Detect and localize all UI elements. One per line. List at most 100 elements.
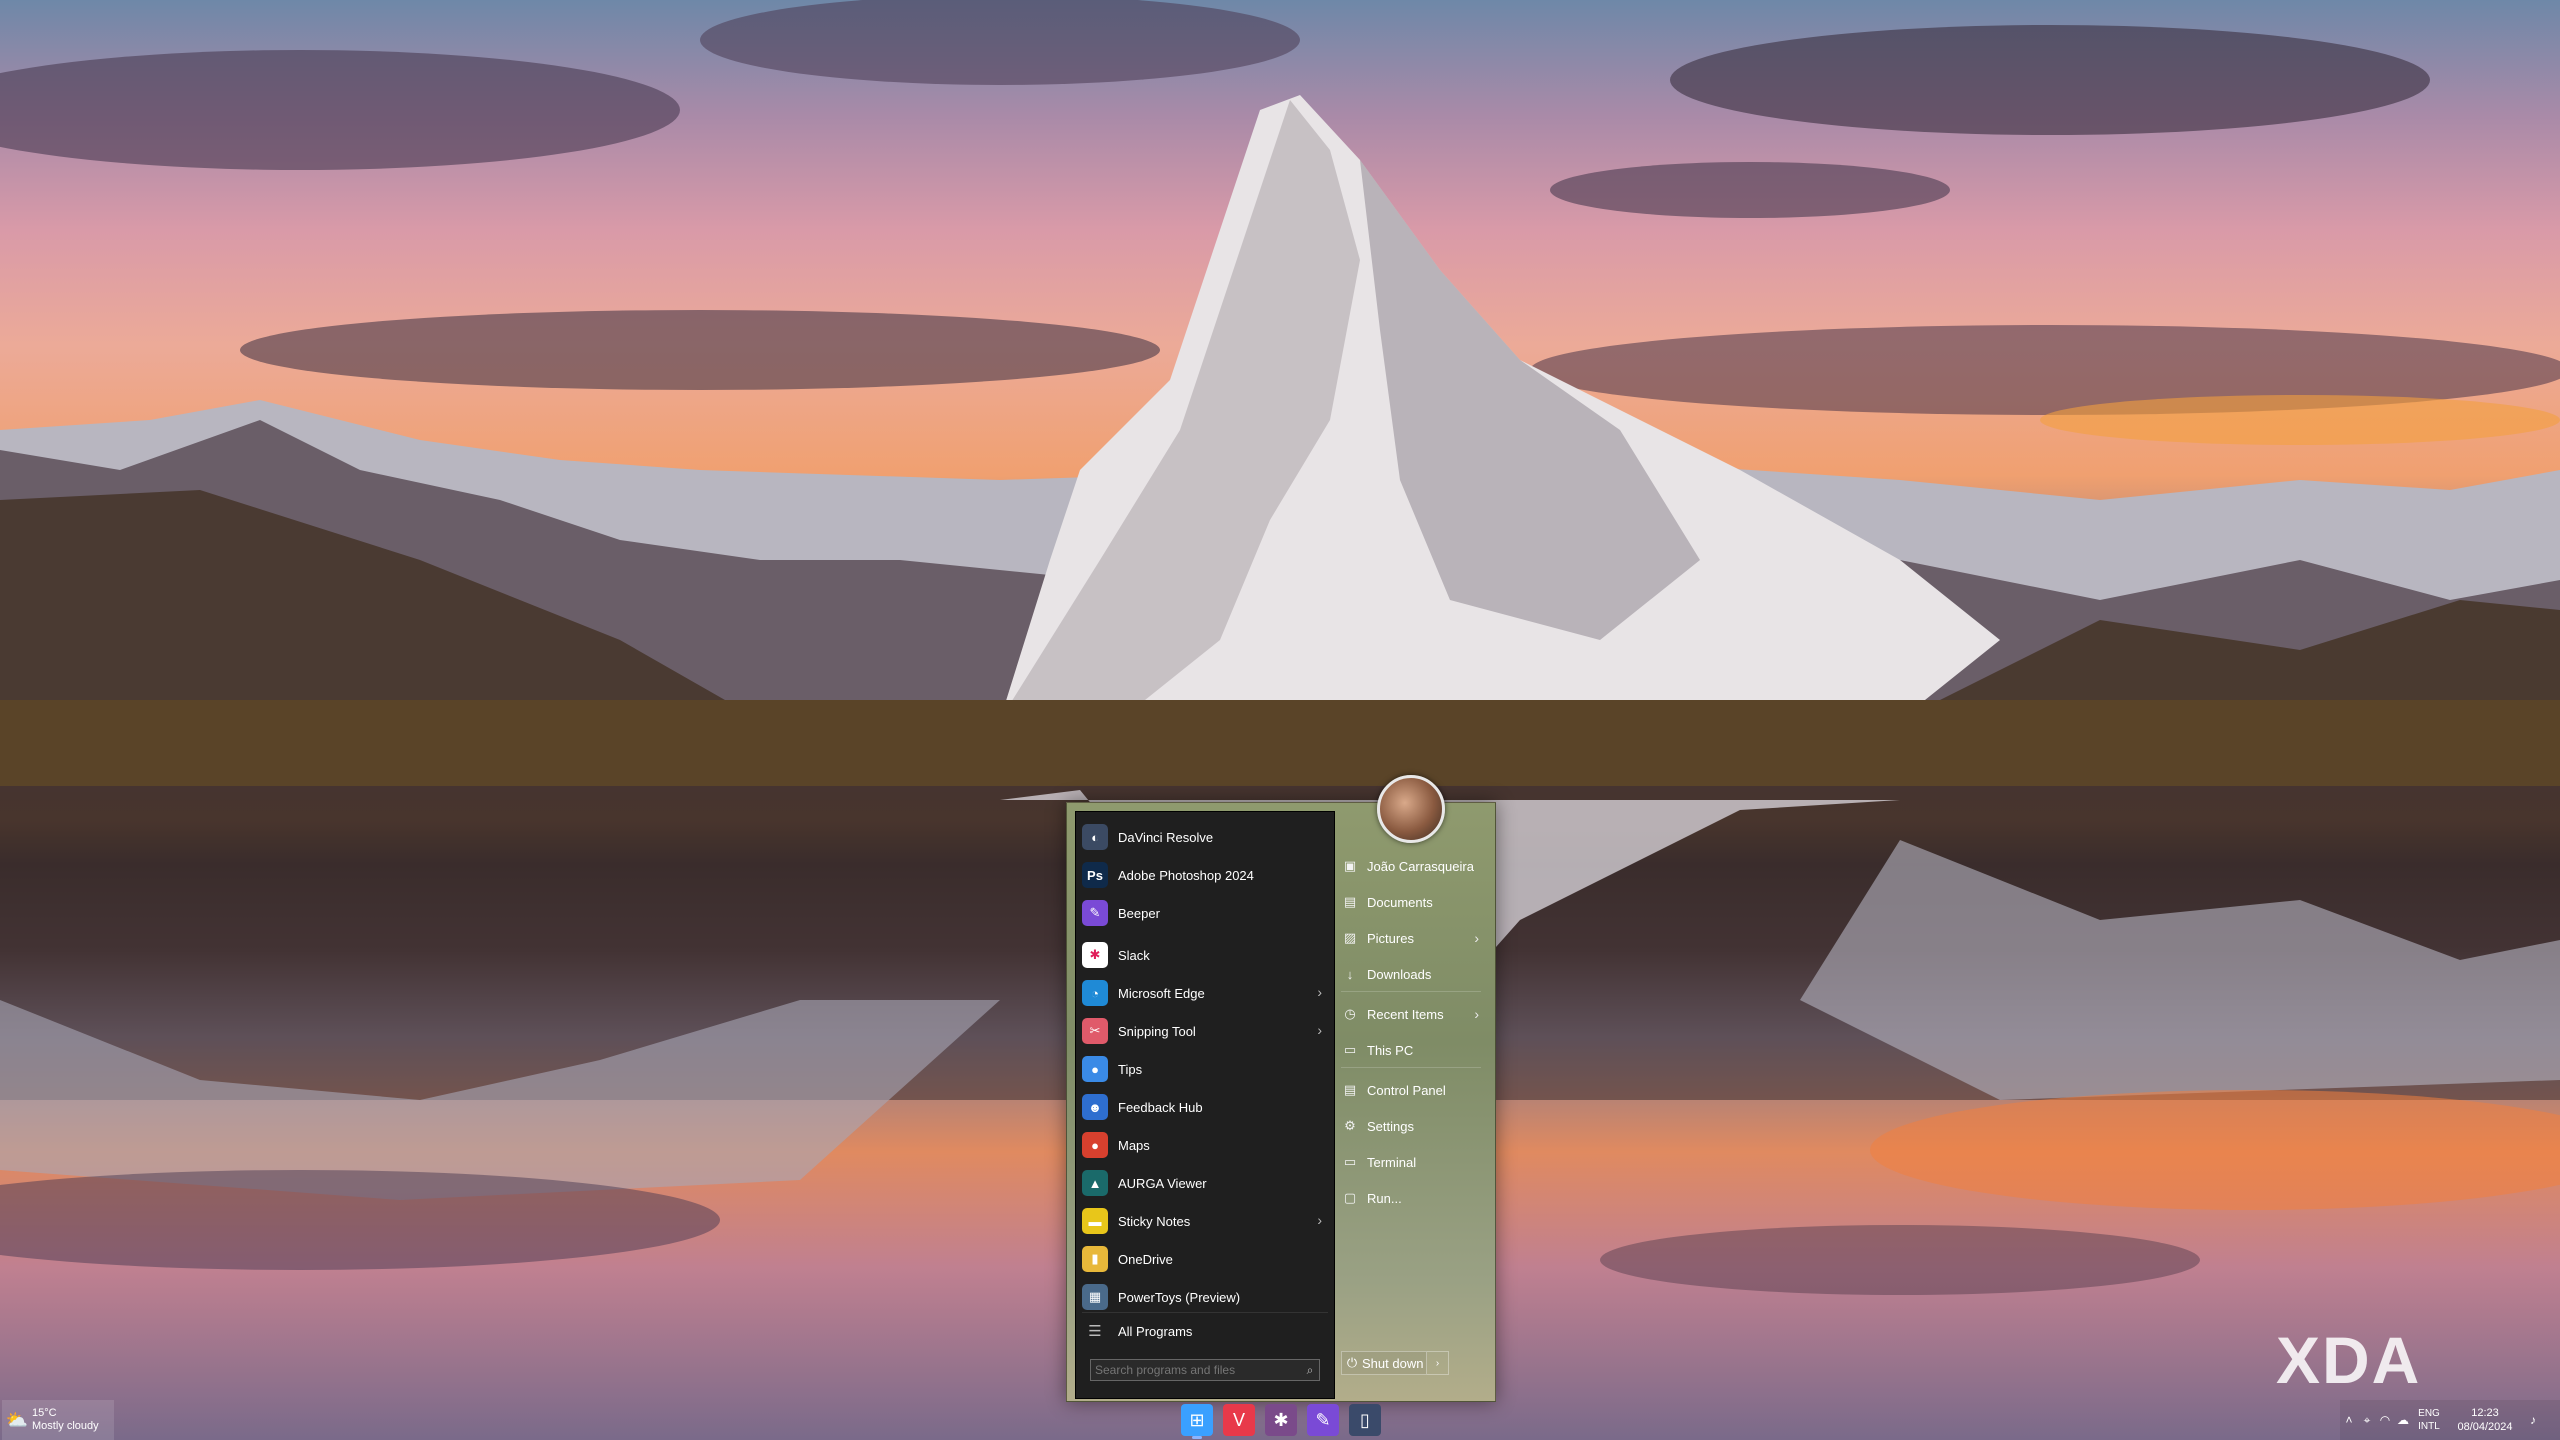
notification-bell-icon[interactable]: ♪ [2524,1413,2542,1427]
vivaldi-icon[interactable]: V [1223,1404,1255,1436]
program-item-powertoys[interactable]: ▦ PowerToys (Preview) [1082,1280,1328,1314]
program-item-onedrive[interactable]: ▮ OneDrive [1082,1242,1328,1276]
beeper-taskbar-icon[interactable]: ✎ [1307,1404,1339,1436]
right-item-downloads[interactable]: ↓ Downloads [1341,959,1487,989]
open-shell-icon[interactable]: ▯ [1349,1404,1381,1436]
program-label: OneDrive [1118,1251,1173,1267]
program-item-sticky-notes[interactable]: ▬ Sticky Notes › [1082,1204,1328,1238]
program-item-snipping-tool[interactable]: ✂ Snipping Tool › [1082,1014,1328,1048]
language-line1: ENG [2418,1408,2440,1419]
feedback-hub-icon: ☻ [1082,1094,1108,1120]
program-item-feedback-hub[interactable]: ☻ Feedback Hub [1082,1090,1328,1124]
program-label: Maps [1118,1137,1150,1153]
location-icon[interactable]: ⌖ [2358,1413,2376,1428]
program-label: Sticky Notes [1118,1213,1191,1229]
program-item-aurga-viewer[interactable]: ▲ AURGA Viewer [1082,1166,1328,1200]
chevron-right-icon[interactable]: › [1474,930,1479,946]
chevron-right-icon[interactable]: › [1317,1022,1322,1038]
sticky-notes-icon: ▬ [1082,1208,1108,1234]
program-item-davinci-resolve[interactable]: ◐ DaVinci Resolve [1082,820,1328,854]
weather-cloud-icon: ⛅ [5,1409,29,1430]
right-item-settings[interactable]: ⚙ Settings [1341,1111,1487,1141]
onedrive-icon: ▮ [1082,1246,1108,1272]
chevron-right-icon[interactable]: › [1474,1006,1479,1022]
menu-separator [1341,991,1481,992]
search-icon[interactable]: ⌕ [1301,1363,1319,1378]
control-panel-icon: ▤ [1343,1082,1357,1097]
power-icon: ⏻ [1346,1355,1358,1370]
search-input[interactable] [1091,1360,1301,1380]
start-button[interactable]: ⊞ [1181,1404,1213,1439]
right-item-label: Downloads [1367,966,1432,982]
shutdown-label: Shut down [1362,1355,1424,1371]
all-programs-label: All Programs [1118,1323,1193,1339]
davinci-resolve-icon: ◐ [1082,824,1108,850]
search-box[interactable]: ⌕ [1090,1359,1320,1381]
weather-condition: Mostly cloudy [32,1420,99,1432]
weather-widget[interactable]: ⛅ 15°C Mostly cloudy [2,1400,114,1440]
right-item-documents[interactable]: ▤ Documents [1341,887,1487,917]
snipping-tool-icon: ✂ [1082,1018,1108,1044]
right-item-label: Control Panel [1367,1082,1446,1098]
program-item-maps[interactable]: ● Maps [1082,1128,1328,1162]
right-item-control-panel[interactable]: ▤ Control Panel [1341,1075,1487,1105]
aurga-viewer-icon: ▲ [1082,1170,1108,1196]
weather-temperature: 15°C [32,1407,57,1419]
clock-time: 12:23 [2471,1407,2499,1419]
right-item-label: Settings [1367,1118,1414,1134]
right-item-pictures[interactable]: ▨ Pictures › [1341,923,1487,953]
chevron-right-icon[interactable]: › [1317,984,1322,1000]
wifi-icon[interactable]: ◠ [2376,1413,2394,1427]
powertoys-icon: ▦ [1082,1284,1108,1310]
right-item-terminal[interactable]: ▭ Terminal [1341,1147,1487,1177]
program-item-edge[interactable]: ◔ Microsoft Edge › [1082,976,1328,1010]
right-item-label: Run... [1367,1190,1402,1206]
edge-icon: ◔ [1082,980,1108,1006]
beeper-icon: ✎ [1082,900,1108,926]
recent-items-icon: ◷ [1344,1006,1356,1021]
right-item-label: This PC [1367,1042,1414,1058]
cloud-icon[interactable]: ☁ [2394,1413,2412,1427]
program-item-tips[interactable]: ● Tips [1082,1052,1328,1086]
settings-icon: ⚙ [1344,1118,1356,1133]
right-item-label: Recent Items [1367,1006,1444,1022]
avatar[interactable] [1377,775,1445,843]
right-item-user-folder[interactable]: ▣ João Carrasqueira [1341,851,1487,881]
program-item-beeper[interactable]: ✎ Beeper [1082,896,1328,930]
system-tray: ˄ ⌖ ◠ ☁ ENG INTL 12:23 08/04/2024 ♪ [2340,1400,2560,1440]
right-item-label: João Carrasqueira [1367,858,1474,874]
shutdown-button[interactable]: ⏻ Shut down [1341,1351,1427,1375]
pictures-icon: ▨ [1343,930,1357,945]
program-list-pane: ◐ DaVinci Resolve Ps Adobe Photoshop 2024 ✎ B… [1075,811,1335,1399]
right-item-this-pc[interactable]: ▭ This PC [1341,1035,1487,1065]
chevron-right-icon[interactable]: › [1317,1212,1322,1228]
program-label: Beeper [1118,905,1160,921]
program-label: Slack [1118,947,1150,963]
right-item-recent-items[interactable]: ◷ Recent Items › [1341,999,1487,1029]
slack-taskbar-icon[interactable]: ✱ [1265,1404,1297,1436]
documents-icon: ▤ [1343,894,1357,909]
clock[interactable]: 12:23 08/04/2024 [2446,1406,2524,1434]
right-item-label: Documents [1367,894,1433,910]
xda-watermark: XDA [2276,1322,2526,1402]
chevron-up-icon[interactable]: ˄ [2340,1413,2358,1427]
program-label: PowerToys (Preview) [1118,1289,1241,1305]
all-programs-icon: ☰ [1088,1323,1102,1340]
clock-date: 08/04/2024 [2457,1421,2513,1433]
taskbar-pinned-apps: ⊞ V ✱ ✎ ▯ [1176,1404,1386,1439]
chevron-right-icon: › [1435,1357,1440,1369]
slack-icon: ✱ [1082,942,1108,968]
terminal-icon: ▭ [1343,1154,1357,1169]
shutdown-options-button[interactable]: › [1427,1351,1449,1375]
run-icon: ▢ [1343,1190,1357,1205]
program-label: Microsoft Edge [1118,985,1205,1001]
right-item-run[interactable]: ▢ Run... [1341,1183,1487,1213]
this-pc-icon: ▭ [1343,1042,1357,1057]
language-indicator[interactable]: ENG INTL [2412,1407,2446,1433]
right-item-label: Pictures [1367,930,1414,946]
program-item-slack[interactable]: ✱ Slack [1082,938,1328,972]
all-programs-item[interactable]: ☰ All Programs [1082,1312,1328,1349]
program-label: Feedback Hub [1118,1099,1203,1115]
program-label: Snipping Tool [1118,1023,1196,1039]
program-item-photoshop[interactable]: Ps Adobe Photoshop 2024 [1082,858,1328,892]
